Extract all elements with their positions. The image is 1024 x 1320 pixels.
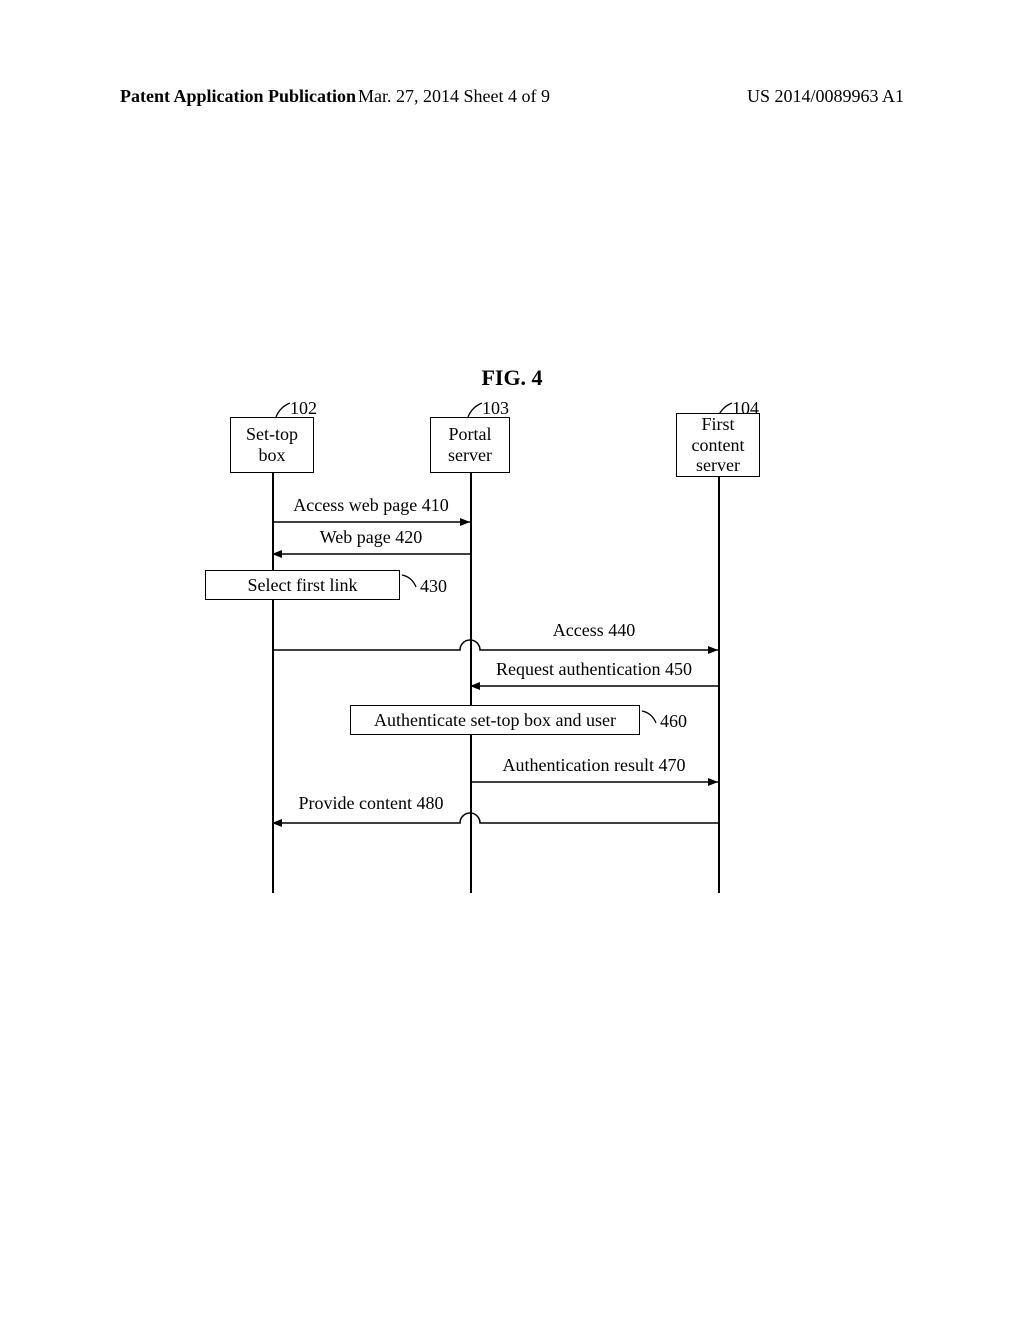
- participant-settop-label: Set-top box: [246, 424, 298, 465]
- process-authenticate-label: Authenticate set-top box and user: [374, 710, 616, 731]
- msg-450-label: Request authentication 450: [470, 659, 718, 680]
- participant-content-label: First content server: [692, 414, 745, 476]
- msg-410-label: Access web page 410: [272, 495, 470, 516]
- msg-420-arrow: [272, 549, 470, 559]
- participant-portal-label: Portal server: [448, 424, 492, 465]
- process-select-first-link: Select first link: [205, 570, 400, 600]
- header-center: Mar. 27, 2014 Sheet 4 of 9: [358, 86, 550, 107]
- ref-tick-460: [642, 711, 656, 725]
- ref-460: 460: [660, 711, 687, 732]
- msg-470-label: Authentication result 470: [470, 755, 718, 776]
- ref-tick-103: [468, 403, 482, 417]
- msg-410-arrow: [272, 517, 470, 527]
- ref-430: 430: [420, 576, 447, 597]
- ref-103: 103: [482, 398, 509, 419]
- msg-420-label: Web page 420: [272, 527, 470, 548]
- lifeline-content: [718, 477, 720, 893]
- msg-440-arrow: [272, 638, 718, 658]
- ref-tick-102: [276, 403, 290, 417]
- ref-102: 102: [290, 398, 317, 419]
- msg-480-arrow: [272, 811, 718, 831]
- process-select-first-link-label: Select first link: [248, 575, 358, 596]
- header-left: Patent Application Publication: [120, 86, 356, 107]
- header-right: US 2014/0089963 A1: [747, 86, 904, 107]
- figure-title: FIG. 4: [0, 365, 1024, 391]
- participant-portal-server: Portal server: [430, 417, 510, 473]
- msg-450-arrow: [470, 681, 718, 691]
- ref-tick-430: [402, 575, 416, 589]
- sequence-diagram: 102 103 104 Set-top box Portal server Fi…: [0, 395, 1024, 915]
- msg-470-arrow: [470, 777, 718, 787]
- process-authenticate: Authenticate set-top box and user: [350, 705, 640, 735]
- participant-content-server: First content server: [676, 413, 760, 477]
- participant-settop-box: Set-top box: [230, 417, 314, 473]
